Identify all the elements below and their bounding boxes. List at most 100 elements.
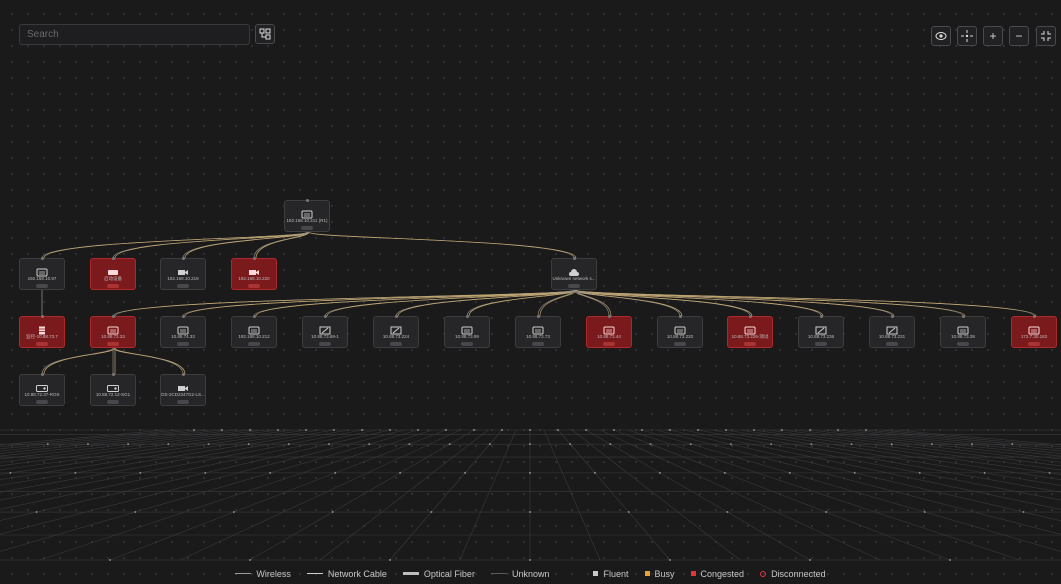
expand-handle[interactable]: [886, 342, 898, 346]
node-l2[interactable]: 192.168.10.212: [231, 315, 277, 348]
legend-disconnected: Disconnected: [760, 569, 826, 579]
node-label: 10.88.73.231: [878, 334, 906, 339]
view-toggle-button[interactable]: [931, 26, 951, 46]
router-icon: [603, 322, 615, 335]
link-line: [41, 231, 308, 259]
node-l1[interactable]: Unknown network s...: [551, 257, 597, 290]
expand-handle[interactable]: [319, 342, 331, 346]
node-label: 10.88.72.12-SG1: [95, 392, 131, 397]
node-l2[interactable]: 10.88.73.44: [586, 315, 632, 348]
ap-icon: [319, 322, 331, 335]
layout-tree-button[interactable]: [255, 24, 275, 44]
expand-handle[interactable]: [461, 342, 473, 346]
node-l2[interactable]: 10.88.72.33: [90, 315, 136, 348]
expand-handle[interactable]: [568, 284, 580, 288]
router-icon: [301, 206, 313, 219]
layout-tree-icon: [259, 28, 271, 40]
expand-handle[interactable]: [248, 284, 260, 288]
zoom-in-button[interactable]: +: [983, 26, 1003, 46]
node-label: 10.88.73.73: [526, 334, 550, 339]
center-view-button[interactable]: [957, 26, 977, 46]
expand-handle[interactable]: [301, 226, 313, 230]
locate-icon: [961, 30, 973, 42]
node-l2[interactable]: 10.88.73.236: [798, 315, 844, 348]
link-line: [41, 347, 114, 375]
node-label: 10.88.73.236: [807, 334, 835, 339]
node-l2[interactable]: 10.88.73.73: [515, 315, 561, 348]
router-icon: [107, 322, 119, 335]
router-icon: [1028, 322, 1040, 335]
router-icon: [957, 322, 969, 335]
expand-handle[interactable]: [1028, 342, 1040, 346]
topology-links: [41, 231, 1037, 375]
node-l3[interactable]: 10.88.72.37-ROS: [19, 373, 65, 406]
port-dot: [181, 373, 185, 376]
port-dot: [252, 315, 256, 318]
ap-icon: [390, 322, 402, 335]
legend-wireless: Wireless: [235, 569, 291, 579]
expand-handle[interactable]: [674, 342, 686, 346]
node-l2[interactable]: 10.88.73.99: [444, 315, 490, 348]
expand-handle[interactable]: [603, 342, 615, 346]
node-l1[interactable]: 192.168.10.219: [160, 257, 206, 290]
port-dot: [40, 315, 44, 318]
node-label: 10.88.73.220: [666, 334, 694, 339]
expand-handle[interactable]: [532, 342, 544, 346]
node-l2[interactable]: 监控-10.88.73.7: [19, 315, 65, 348]
port-dot: [890, 315, 894, 318]
expand-handle[interactable]: [36, 284, 48, 288]
node-l2[interactable]: 10.88.73.38: [940, 315, 986, 348]
node-l2[interactable]: 10.88.73.220: [657, 315, 703, 348]
minus-icon: −: [1015, 29, 1023, 43]
search-box[interactable]: [19, 24, 250, 45]
switch-icon: [107, 264, 119, 275]
camera-icon: [177, 264, 189, 275]
expand-handle[interactable]: [744, 342, 756, 346]
router-icon: [674, 322, 686, 335]
node-label: 10.88.73.224: [382, 334, 410, 339]
search-input[interactable]: [27, 29, 242, 40]
link-line: [43, 231, 310, 259]
node-l2[interactable]: 10.88.73.224: [373, 315, 419, 348]
expand-handle[interactable]: [390, 342, 402, 346]
expand-handle[interactable]: [107, 284, 119, 288]
ap-icon: [815, 322, 827, 335]
node-l2[interactable]: 10.88.73.226-测试: [727, 315, 773, 348]
expand-handle[interactable]: [177, 284, 189, 288]
zoom-out-button[interactable]: −: [1009, 26, 1029, 46]
expand-handle[interactable]: [107, 342, 119, 346]
node-l2[interactable]: 10.88.73.69-1: [302, 315, 348, 348]
expand-handle[interactable]: [248, 342, 260, 346]
node-l3[interactable]: 10.88.72.12-SG1: [90, 373, 136, 406]
expand-handle[interactable]: [107, 400, 119, 404]
node-label: 10.88.73.38: [951, 334, 975, 339]
port-dot: [819, 315, 823, 318]
node-l3[interactable]: DS-2CD2347G2-LS...: [160, 373, 206, 406]
port-dot: [305, 199, 309, 202]
expand-handle[interactable]: [177, 400, 189, 404]
link-line: [255, 289, 577, 317]
fullscreen-button[interactable]: [1036, 26, 1056, 46]
server-icon: [36, 322, 48, 335]
expand-handle[interactable]: [957, 342, 969, 346]
node-label: 10.88.73.44: [597, 334, 621, 339]
unknown-line-icon: [490, 573, 507, 574]
router-icon: [461, 322, 473, 335]
node-label: 192.168.10.212: [238, 334, 270, 339]
router-icon: [248, 322, 260, 335]
expand-handle[interactable]: [815, 342, 827, 346]
expand-handle[interactable]: [36, 400, 48, 404]
node-l2[interactable]: 10.88.73.231: [869, 315, 915, 348]
node-l1[interactable]: 192.168.10.220: [231, 257, 277, 290]
node-l2[interactable]: 10.88.74.33: [160, 315, 206, 348]
port-dot: [1032, 315, 1036, 318]
camera-icon: [177, 380, 189, 391]
fluent-square-icon: [593, 571, 599, 576]
node-l2[interactable]: 172.7.30.183: [1011, 315, 1057, 348]
expand-handle[interactable]: [36, 342, 48, 346]
node-l1[interactable]: 启动设备: [90, 257, 136, 290]
expand-handle[interactable]: [177, 342, 189, 346]
node-l1[interactable]: 192.168.10.97: [19, 257, 65, 290]
port-dot: [111, 373, 115, 376]
node-root[interactable]: 192.168.10.211 (R1): [284, 199, 330, 232]
